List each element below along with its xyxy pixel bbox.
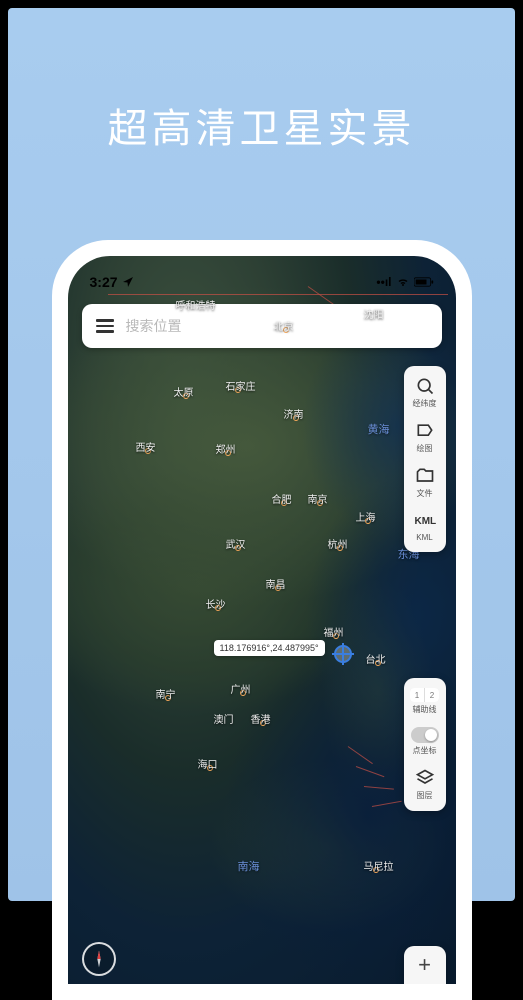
- draw-icon: [415, 421, 435, 441]
- tool-file[interactable]: 文件: [404, 460, 446, 505]
- boundary-line: [371, 801, 401, 807]
- city-label: 台北: [366, 651, 386, 666]
- status-bar: 3:27 ••ıl: [68, 270, 456, 294]
- city-label: 香港: [251, 711, 271, 726]
- tool-latlng[interactable]: 经纬度: [404, 370, 446, 415]
- compass-button[interactable]: [82, 942, 116, 976]
- promo-background: 超高清卫星实景 3:27 ••ıl: [8, 8, 515, 901]
- tool-draw[interactable]: 绘图: [404, 415, 446, 460]
- kml-icon: KML: [415, 511, 435, 531]
- city-label: 合肥: [272, 491, 292, 506]
- city-label: 太原: [174, 384, 194, 399]
- boundary-line: [363, 786, 393, 790]
- pointcoord-switch[interactable]: [411, 727, 439, 743]
- tool-label: 点坐标: [413, 745, 437, 756]
- tool-panel-bottom: 12 辅助线点坐标图层: [404, 678, 446, 811]
- tool-pointcoord[interactable]: 点坐标: [404, 721, 446, 762]
- grid-option[interactable]: 1: [410, 688, 424, 702]
- city-label: 武汉: [226, 536, 246, 551]
- boundary-line: [355, 766, 384, 777]
- map-screen[interactable]: 3:27 ••ıl 搜索位置 呼和浩特沈阳北京太原 石家庄济南西安 郑州合肥 南京上海…: [68, 256, 456, 984]
- city-label: 南昌: [266, 576, 286, 591]
- menu-icon[interactable]: [96, 319, 114, 333]
- city-label: 呼和浩特: [176, 297, 216, 312]
- tool-guides[interactable]: 12 辅助线: [404, 682, 446, 721]
- boundary-line: [347, 746, 372, 764]
- tool-label: 辅助线: [413, 704, 437, 715]
- city-label: 福州: [324, 624, 344, 639]
- tool-label: 图层: [417, 790, 433, 801]
- target-marker-icon[interactable]: [334, 645, 352, 663]
- city-label: 石家庄: [226, 378, 256, 393]
- city-label: 郑州: [216, 441, 236, 456]
- city-label: 长沙: [206, 596, 226, 611]
- status-time: 3:27: [90, 274, 118, 290]
- sea-label: 黄海: [368, 421, 390, 437]
- search-placeholder: 搜索位置: [126, 316, 182, 336]
- tool-panel-top: 经纬度绘图文件 KML KML: [404, 366, 446, 552]
- city-label: 沈阳: [364, 306, 384, 321]
- compass-icon: [89, 949, 109, 969]
- city-label: 西安: [136, 439, 156, 454]
- search-bar[interactable]: 搜索位置: [82, 304, 442, 348]
- sea-label: 南海: [238, 858, 260, 874]
- tool-label: 文件: [417, 488, 433, 499]
- location-arrow-icon: [122, 276, 134, 288]
- tool-kml[interactable]: KML KML: [404, 505, 446, 548]
- city-label: 马尼拉: [364, 858, 394, 873]
- zoom-in-button[interactable]: +: [404, 946, 446, 984]
- battery-icon: [414, 277, 434, 287]
- tool-label: KML: [416, 533, 432, 542]
- tool-label: 绘图: [417, 443, 433, 454]
- coordinate-bubble: 118.176916°,24.487995°: [214, 640, 325, 656]
- signal-icon: ••ıl: [376, 275, 391, 289]
- boundary-line: [108, 294, 448, 295]
- tool-layers[interactable]: 图层: [404, 762, 446, 807]
- latlng-icon: [415, 376, 435, 396]
- layers-icon: [415, 768, 435, 788]
- map-borders: [68, 256, 456, 984]
- city-label: 上海: [356, 509, 376, 524]
- city-label: 杭州: [328, 536, 348, 551]
- grid-option[interactable]: 2: [425, 688, 439, 702]
- file-icon: [415, 466, 435, 486]
- city-label: 南宁: [156, 686, 176, 701]
- tool-label: 经纬度: [413, 398, 437, 409]
- city-label: 北京: [274, 318, 294, 333]
- phone-mockup: 3:27 ••ıl 搜索位置 呼和浩特沈阳北京太原 石家庄济南西安 郑州合肥 南京上海…: [52, 240, 472, 1000]
- city-label: 广州: [231, 681, 251, 696]
- promo-headline: 超高清卫星实景: [8, 96, 515, 154]
- wifi-icon: [396, 276, 410, 288]
- city-label: 澳门: [214, 711, 234, 726]
- city-label: 济南: [284, 406, 304, 421]
- city-label: 海口: [198, 756, 218, 771]
- grid-toggle[interactable]: 12: [410, 688, 439, 702]
- city-label: 南京: [308, 491, 328, 506]
